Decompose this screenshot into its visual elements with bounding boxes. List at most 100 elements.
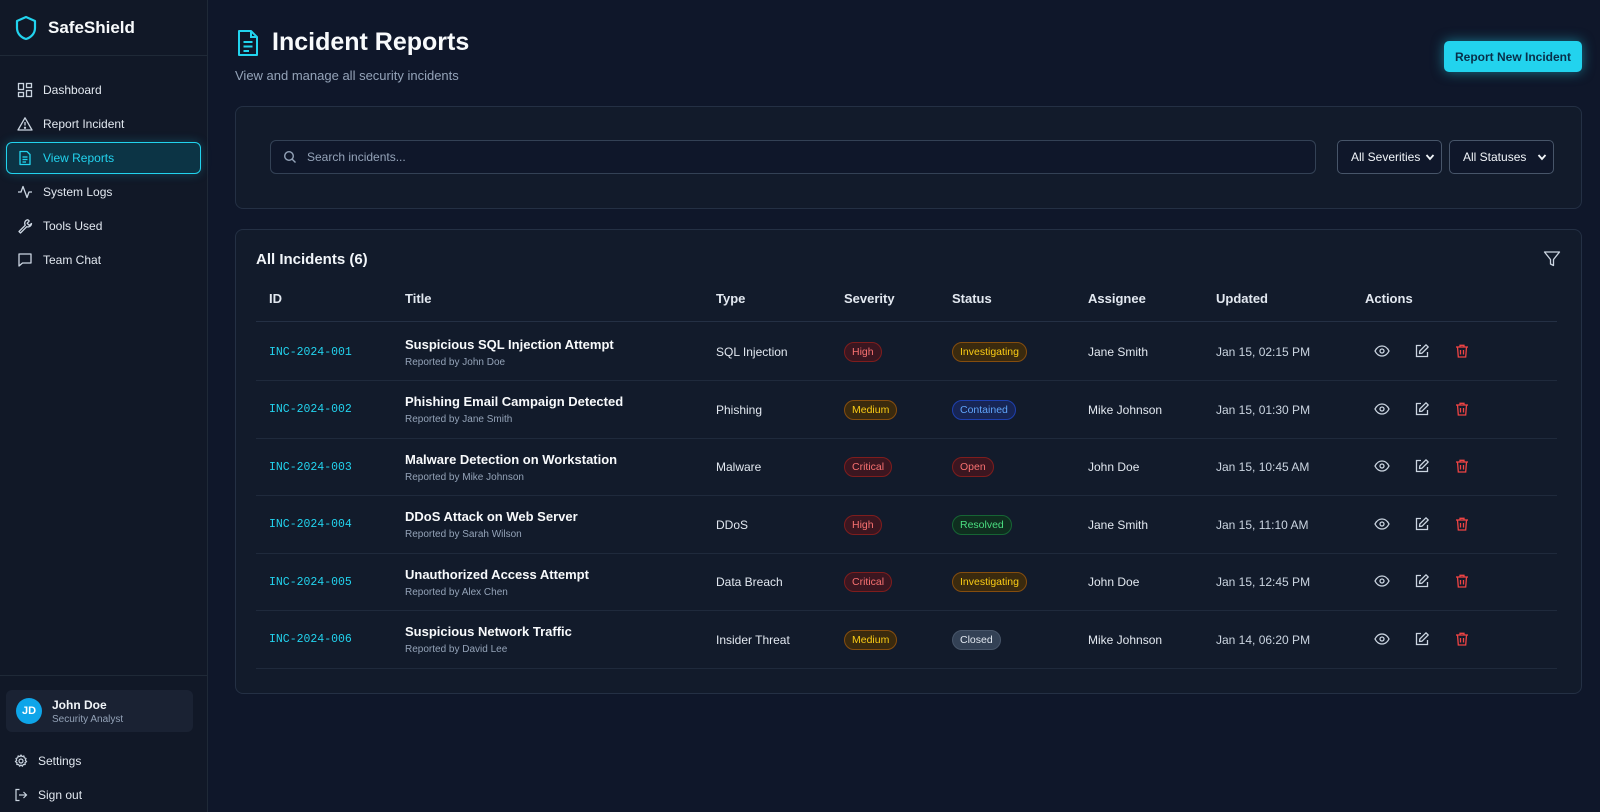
edit-icon[interactable] bbox=[1414, 516, 1430, 532]
status-badge: Closed bbox=[952, 629, 1001, 650]
incident-updated: Jan 15, 12:45 PM bbox=[1216, 575, 1311, 589]
incident-updated: Jan 15, 02:15 PM bbox=[1216, 345, 1311, 359]
incident-reporter: Reported by Jane Smith bbox=[405, 414, 513, 425]
view-icon[interactable] bbox=[1374, 573, 1390, 589]
nav-item-report-incident[interactable]: Report Incident bbox=[6, 108, 201, 140]
incident-assignee: John Doe bbox=[1088, 575, 1140, 589]
brand[interactable]: SafeShield bbox=[0, 0, 207, 56]
incidents-table-card: All Incidents (6) ID Title Type Severity… bbox=[235, 229, 1582, 694]
incident-title[interactable]: Suspicious SQL Injection Attempt bbox=[405, 337, 614, 352]
delete-icon[interactable] bbox=[1454, 516, 1470, 532]
nav-item-tools-used[interactable]: Tools Used bbox=[6, 210, 201, 242]
signout-link[interactable]: Sign out bbox=[0, 785, 207, 805]
incident-id-link[interactable]: INC-2024-001 bbox=[269, 346, 352, 359]
severity-badge: Medium bbox=[844, 629, 898, 650]
incident-title[interactable]: Phishing Email Campaign Detected bbox=[405, 394, 623, 409]
severity-badge: Medium bbox=[844, 399, 898, 420]
nav-item-system-logs[interactable]: System Logs bbox=[6, 176, 201, 208]
incident-id-link[interactable]: INC-2024-002 bbox=[269, 403, 352, 416]
search-box[interactable] bbox=[270, 140, 1316, 174]
delete-icon[interactable] bbox=[1454, 458, 1470, 474]
incident-id-link[interactable]: INC-2024-003 bbox=[269, 461, 352, 474]
row-actions bbox=[1374, 516, 1494, 532]
incident-id-link[interactable]: INC-2024-004 bbox=[269, 518, 352, 531]
sidebar: SafeShield Dashboard Report Incident Vie… bbox=[0, 0, 208, 812]
row-actions bbox=[1374, 343, 1494, 359]
view-icon[interactable] bbox=[1374, 631, 1390, 647]
nav-label: System Logs bbox=[43, 185, 113, 199]
column-header[interactable]: Severity bbox=[844, 291, 895, 306]
severity-select[interactable]: All Severities bbox=[1337, 140, 1442, 174]
incident-assignee: Mike Johnson bbox=[1088, 632, 1163, 647]
edit-icon[interactable] bbox=[1414, 458, 1430, 474]
logout-icon bbox=[14, 788, 28, 802]
column-header[interactable]: Type bbox=[716, 291, 745, 306]
incident-updated: Jan 15, 11:10 AM bbox=[1216, 517, 1309, 532]
search-input[interactable] bbox=[307, 150, 1287, 164]
settings-label: Settings bbox=[38, 754, 82, 768]
shield-icon bbox=[14, 15, 38, 41]
column-header[interactable]: ID bbox=[269, 291, 282, 306]
table-row[interactable]: INC-2024-006 Suspicious Network Traffic … bbox=[256, 611, 1557, 669]
incident-title[interactable]: Malware Detection on Workstation bbox=[405, 452, 617, 467]
incident-updated: Jan 15, 01:30 PM bbox=[1216, 402, 1311, 417]
page-header: Incident Reports bbox=[236, 28, 469, 57]
filter-icon[interactable] bbox=[1543, 250, 1561, 268]
delete-icon[interactable] bbox=[1454, 401, 1470, 417]
search-icon bbox=[283, 150, 297, 164]
incident-title[interactable]: Unauthorized Access Attempt bbox=[405, 567, 589, 582]
column-header[interactable]: Actions bbox=[1365, 291, 1413, 306]
edit-icon[interactable] bbox=[1414, 343, 1430, 359]
status-select-value: All Statuses bbox=[1463, 150, 1527, 164]
view-icon[interactable] bbox=[1374, 401, 1390, 417]
incident-title[interactable]: Suspicious Network Traffic bbox=[405, 624, 572, 639]
incident-title[interactable]: DDoS Attack on Web Server bbox=[405, 509, 578, 524]
table-row[interactable]: INC-2024-003 Malware Detection on Workst… bbox=[256, 438, 1557, 496]
nav-item-team-chat[interactable]: Team Chat bbox=[6, 244, 201, 276]
status-select[interactable]: All Statuses bbox=[1449, 140, 1554, 174]
incident-type: Insider Threat bbox=[716, 632, 790, 647]
severity-badge: High bbox=[844, 342, 882, 362]
nav-label: Team Chat bbox=[43, 253, 102, 267]
signout-label: Sign out bbox=[38, 788, 83, 802]
column-header[interactable]: Assignee bbox=[1088, 291, 1146, 306]
nav-label: Dashboard bbox=[43, 83, 102, 97]
view-icon[interactable] bbox=[1374, 458, 1390, 474]
status-badge: Resolved bbox=[952, 514, 1012, 535]
column-header[interactable]: Status bbox=[952, 291, 992, 306]
chevron-down-icon bbox=[1425, 152, 1435, 162]
column-header[interactable]: Updated bbox=[1216, 291, 1268, 306]
table-row[interactable]: INC-2024-004 DDoS Attack on Web Server R… bbox=[256, 496, 1557, 554]
table-row[interactable]: INC-2024-002 Phishing Email Campaign Det… bbox=[256, 381, 1557, 439]
table-row[interactable]: INC-2024-001 Suspicious SQL Injection At… bbox=[256, 323, 1557, 381]
view-icon[interactable] bbox=[1374, 343, 1390, 359]
settings-link[interactable]: Settings bbox=[0, 751, 207, 771]
document-icon bbox=[17, 150, 33, 166]
view-icon[interactable] bbox=[1374, 516, 1390, 532]
delete-icon[interactable] bbox=[1454, 573, 1470, 589]
incident-reporter: Reported by Sarah Wilson bbox=[405, 529, 522, 540]
page-title: Incident Reports bbox=[272, 28, 470, 56]
delete-icon[interactable] bbox=[1454, 343, 1470, 359]
row-actions bbox=[1374, 401, 1494, 417]
edit-icon[interactable] bbox=[1414, 401, 1430, 417]
row-actions bbox=[1374, 458, 1494, 474]
report-new-incident-button[interactable]: Report New Incident bbox=[1444, 41, 1582, 72]
column-header[interactable]: Title bbox=[405, 291, 432, 306]
incident-id-link[interactable]: INC-2024-005 bbox=[269, 576, 352, 589]
edit-icon[interactable] bbox=[1414, 631, 1430, 647]
edit-icon[interactable] bbox=[1414, 573, 1430, 589]
incident-type: SQL Injection bbox=[716, 345, 788, 359]
app-name: SafeShield bbox=[48, 17, 135, 37]
nav-item-view-reports[interactable]: View Reports bbox=[6, 142, 201, 174]
page-subtitle: View and manage all security incidents bbox=[235, 68, 459, 83]
delete-icon[interactable] bbox=[1454, 631, 1470, 647]
nav-item-dashboard[interactable]: Dashboard bbox=[6, 74, 201, 106]
chat-icon bbox=[17, 252, 33, 268]
incident-assignee: Jane Smith bbox=[1088, 345, 1149, 359]
incident-type: Malware bbox=[716, 460, 762, 474]
incident-id-link[interactable]: INC-2024-006 bbox=[269, 633, 352, 646]
table-row[interactable]: INC-2024-005 Unauthorized Access Attempt… bbox=[256, 553, 1557, 611]
document-icon bbox=[236, 29, 260, 57]
user-card[interactable]: JD John Doe Security Analyst bbox=[6, 690, 193, 732]
